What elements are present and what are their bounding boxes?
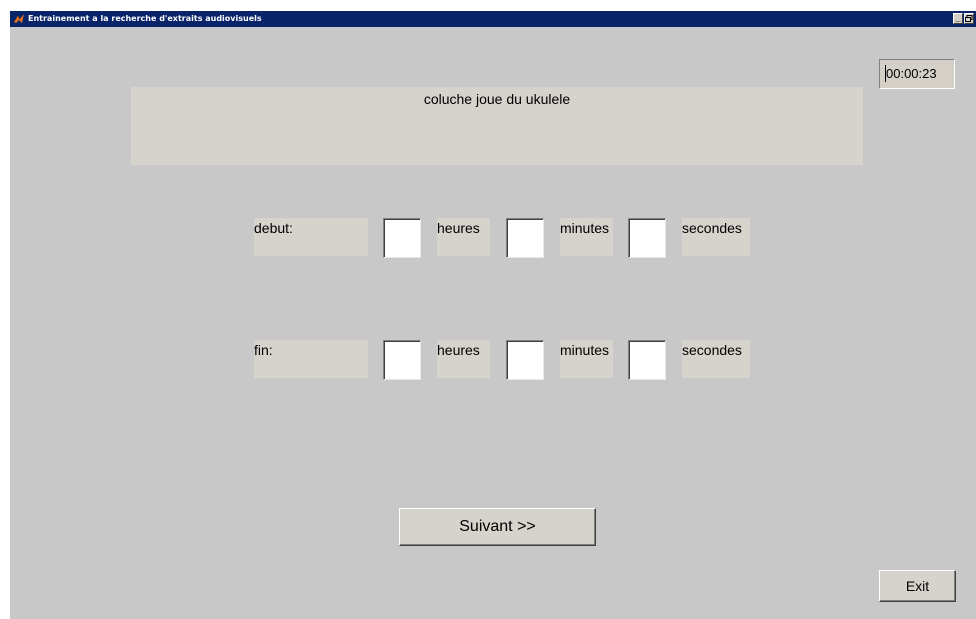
debut-hours-input[interactable] bbox=[383, 218, 421, 258]
question-panel: coluche joue du ukulele bbox=[131, 87, 863, 165]
fin-minutes-input[interactable] bbox=[506, 340, 544, 380]
matlab-icon bbox=[14, 14, 24, 23]
app-window: Entrainement a la recherche d'extraits a… bbox=[10, 11, 976, 619]
debut-seconds-label: secondes bbox=[682, 218, 750, 256]
debut-minutes-input[interactable] bbox=[506, 218, 544, 258]
maximize-icon[interactable] bbox=[964, 13, 974, 24]
fin-hours-label: heures bbox=[437, 340, 490, 378]
fin-seconds-input[interactable] bbox=[628, 340, 666, 380]
window-title: Entrainement a la recherche d'extraits a… bbox=[28, 14, 262, 23]
text-caret bbox=[885, 65, 886, 82]
title-bar[interactable]: Entrainement a la recherche d'extraits a… bbox=[10, 11, 976, 27]
exit-button[interactable]: Exit bbox=[879, 570, 956, 602]
fin-seconds-label: secondes bbox=[682, 340, 750, 378]
fin-minutes-label: minutes bbox=[560, 340, 613, 378]
fin-label: fin: bbox=[254, 340, 368, 378]
timer-display: 00:00:23 bbox=[879, 59, 955, 89]
debut-seconds-input[interactable] bbox=[628, 218, 666, 258]
debut-hours-label: heures bbox=[437, 218, 490, 256]
fin-hours-input[interactable] bbox=[383, 340, 421, 380]
debut-label: debut: bbox=[254, 218, 368, 256]
minimize-icon[interactable]: _ bbox=[953, 13, 963, 24]
debut-minutes-label: minutes bbox=[560, 218, 613, 256]
next-button[interactable]: Suivant >> bbox=[399, 508, 596, 546]
question-text: coluche joue du ukulele bbox=[423, 91, 571, 107]
